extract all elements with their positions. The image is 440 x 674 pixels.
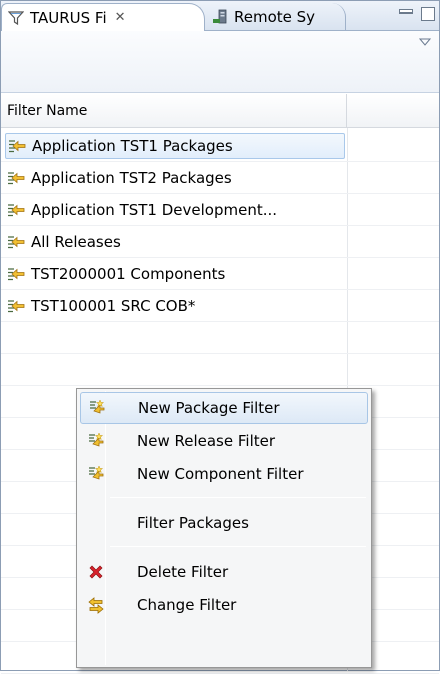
menu-item-label: New Release Filter (137, 432, 276, 450)
delete-icon (89, 565, 103, 579)
filter-name-cell[interactable]: Application TST2 Packages (5, 165, 345, 191)
menu-item-label: Change Filter (137, 596, 237, 614)
new-filter-icon (89, 432, 104, 447)
remote-system-icon (213, 9, 227, 24)
tab-label: TAURUS Fi (30, 8, 107, 27)
table-row[interactable] (1, 354, 439, 386)
filter-name-cell[interactable]: TST100001 SRC COB* (5, 293, 345, 319)
view-toolbar (1, 31, 439, 93)
column-header-2[interactable] (348, 94, 439, 128)
tab-taurus-filters[interactable]: TAURUS Fi ✕ (1, 3, 205, 31)
table-header: Filter Name (1, 94, 439, 128)
filter-name-cell[interactable]: Application TST1 Packages (5, 133, 345, 159)
menu-item-change-filter[interactable]: Change Filter (80, 589, 368, 621)
filter-name-label: Application TST1 Packages (32, 137, 233, 155)
tab-label: Remote Sy (234, 8, 316, 26)
context-menu: New Package Filter New Release Filter Ne… (76, 388, 372, 668)
maximize-button[interactable] (421, 7, 435, 21)
filter-arrow-icon (9, 140, 26, 153)
menu-item-new-component-filter[interactable]: New Component Filter (80, 458, 368, 490)
menu-item-label: New Package Filter (138, 399, 280, 417)
taurus-filters-view: TAURUS Fi ✕ Remote Sy Filter Name Applic… (0, 0, 440, 674)
filter-name-label: All Releases (31, 233, 121, 251)
filter-arrow-icon (8, 268, 25, 281)
menu-separator (110, 546, 366, 547)
filter-name-label: Application TST1 Development... (31, 201, 278, 219)
filter-arrow-icon (8, 236, 25, 249)
filter-name-label: Application TST2 Packages (31, 169, 232, 187)
menu-item-delete-filter[interactable]: Delete Filter (80, 556, 368, 588)
filter-name-cell[interactable]: Application TST1 Development... (5, 197, 345, 223)
table-row[interactable]: Application TST1 Packages (1, 130, 439, 162)
change-filter-icon (88, 597, 104, 614)
window-controls (399, 7, 435, 21)
menu-item-label: Filter Packages (137, 514, 249, 532)
filter-arrow-icon (8, 204, 25, 217)
view-tab-bar: TAURUS Fi ✕ Remote Sy (1, 1, 439, 31)
filter-name-cell[interactable]: All Releases (5, 229, 345, 255)
table-row[interactable]: All Releases (1, 226, 439, 258)
table-row[interactable]: TST100001 SRC COB* (1, 290, 439, 322)
table-row[interactable] (1, 322, 439, 354)
filter-arrow-icon (8, 172, 25, 185)
new-filter-icon (89, 465, 104, 480)
menu-item-new-package-filter[interactable]: New Package Filter (80, 392, 368, 424)
view-menu-chevron-icon[interactable] (418, 35, 432, 49)
table-row[interactable]: Application TST2 Packages (1, 162, 439, 194)
menu-item-filter-packages[interactable]: Filter Packages (80, 507, 368, 539)
minimize-button[interactable] (399, 9, 413, 14)
menu-item-label: Delete Filter (137, 563, 229, 581)
tab-remote-systems[interactable]: Remote Sy (206, 3, 346, 31)
filter-name-cell[interactable]: TST2000001 Components (5, 261, 345, 287)
menu-separator (110, 497, 366, 498)
table-row[interactable]: Application TST1 Development... (1, 194, 439, 226)
close-icon[interactable]: ✕ (115, 10, 126, 25)
table-row[interactable]: TST2000001 Components (1, 258, 439, 290)
filter-name-label: TST2000001 Components (31, 265, 226, 283)
menu-item-label: New Component Filter (137, 465, 304, 483)
column-header-filter-name[interactable]: Filter Name (1, 94, 347, 128)
menu-item-new-release-filter[interactable]: New Release Filter (80, 425, 368, 457)
funnel-icon (8, 10, 24, 25)
filter-arrow-icon (8, 300, 25, 313)
filter-name-label: TST100001 SRC COB* (31, 297, 196, 315)
new-filter-icon (90, 399, 105, 414)
